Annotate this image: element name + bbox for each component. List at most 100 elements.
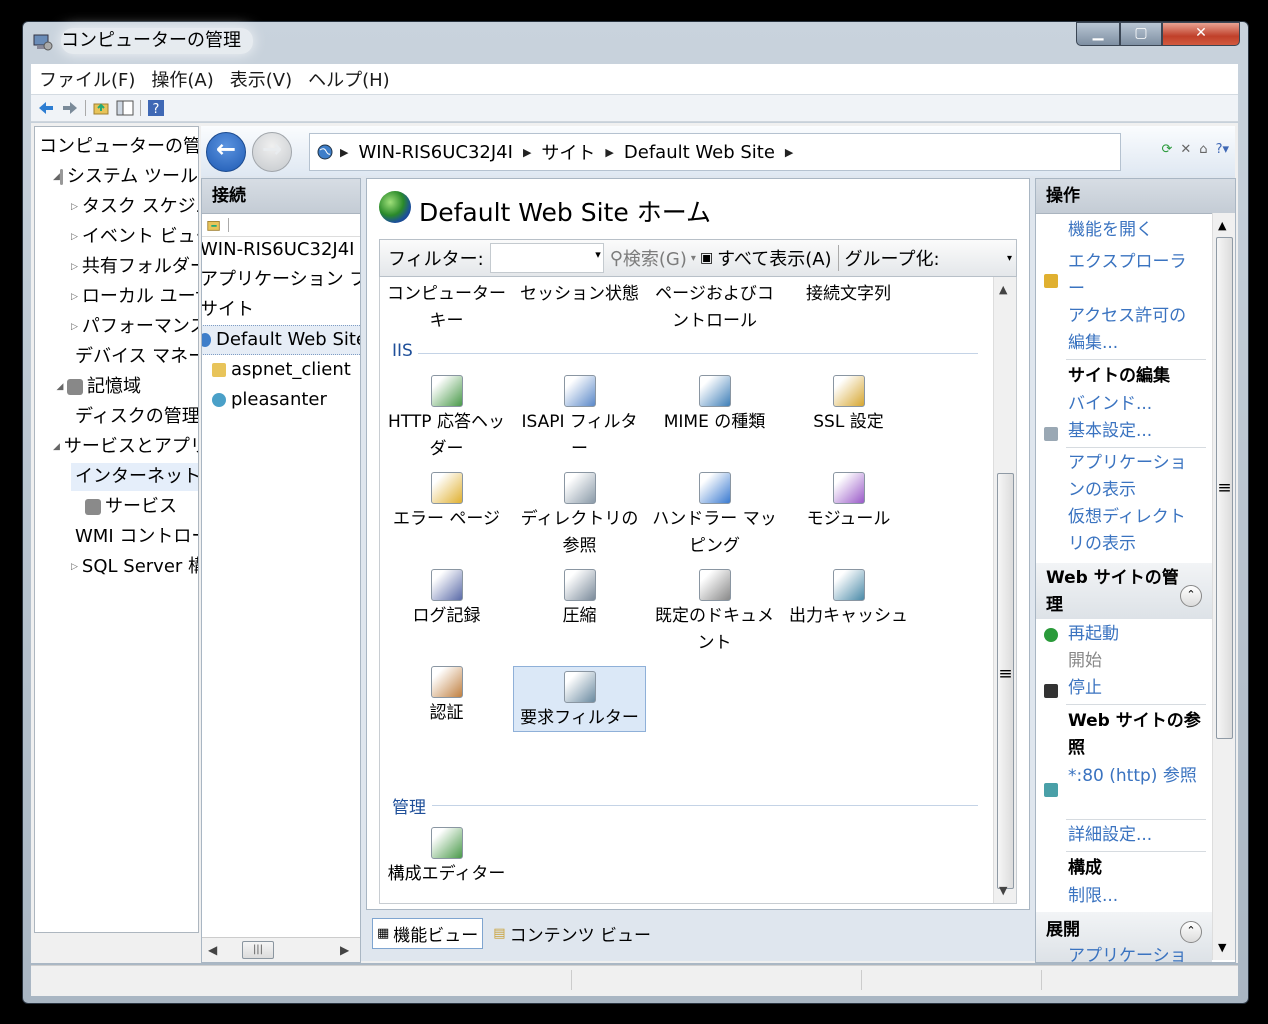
help-icon[interactable]: ? xyxy=(147,99,165,117)
tree-item[interactable]: ▷ 共有フォルダー xyxy=(71,253,198,281)
forward-button[interactable]: → xyxy=(252,132,292,172)
maximize-button[interactable]: ▢ xyxy=(1120,22,1162,46)
menu-help[interactable]: ヘルプ(H) xyxy=(300,66,398,92)
connection-item[interactable]: アプリケーション プール xyxy=(202,265,360,295)
tree-expander-icon[interactable]: ▷ xyxy=(71,283,78,311)
tree-item[interactable]: ディスクの管理 xyxy=(71,403,198,431)
show-all-button[interactable]: すべて表示(A) xyxy=(717,245,831,271)
feature-item[interactable]: 接続文字列 xyxy=(782,281,915,308)
menu-view[interactable]: 表示(V) xyxy=(222,66,300,92)
show-hide-tree-icon[interactable] xyxy=(116,99,134,117)
tree-item[interactable]: インターネット インフォメーション サービス (IIS) マネージャー xyxy=(71,463,198,491)
connection-item[interactable]: WIN-RIS6UC32J4I (WIN-RIS6UC32J4I\Adminis… xyxy=(202,235,360,265)
connection-item[interactable]: aspnet_client xyxy=(212,355,351,385)
help-icon[interactable]: ?▾ xyxy=(1216,142,1229,157)
breadcrumb-sites[interactable]: サイト xyxy=(537,139,599,165)
action-bindings[interactable]: バインド... xyxy=(1068,391,1200,418)
tree-expander-icon[interactable]: ▷ xyxy=(71,253,78,281)
tree-item[interactable]: ▷ローカル ユーザーとグループ xyxy=(71,283,198,311)
menu-action[interactable]: 操作(A) xyxy=(143,66,221,92)
minimize-button[interactable]: ▁ xyxy=(1076,22,1120,46)
connection-item[interactable]: Default Web Site xyxy=(202,325,360,355)
tree-item[interactable]: サービス xyxy=(71,493,198,521)
action-open-feature[interactable]: 機能を開く xyxy=(1068,217,1200,244)
tree-expander-icon[interactable]: ▷ xyxy=(71,313,78,341)
up-folder-icon[interactable] xyxy=(92,99,110,117)
feature-item[interactable]: ディレクトリの参照 xyxy=(513,472,646,560)
filter-input[interactable] xyxy=(489,243,604,273)
feature-item[interactable]: 出力キャッシュ xyxy=(782,569,915,630)
tree-item[interactable]: ▷イベント ビューアー xyxy=(71,223,198,251)
actions-vertical-scrollbar[interactable]: ▲ ≡ ▼ xyxy=(1212,213,1235,960)
connection-item[interactable]: サイト xyxy=(202,295,254,325)
tree-expander-icon[interactable]: ◢ xyxy=(53,433,60,461)
feature-item[interactable]: ページおよびコントロール xyxy=(648,281,781,335)
action-limits[interactable]: 制限... xyxy=(1068,883,1200,910)
tree-expander-icon[interactable]: ◢ xyxy=(53,163,60,191)
group-by-label[interactable]: グループ化: xyxy=(845,245,940,271)
tree-expander-icon[interactable]: ▷ xyxy=(71,553,78,581)
action-view-apps[interactable]: アプリケーションの表示 xyxy=(1068,450,1200,504)
stop-icon[interactable]: ✕ xyxy=(1180,142,1191,157)
search-button[interactable]: 検索(G) xyxy=(623,245,687,271)
tree-item[interactable]: ◢ 記憶域 xyxy=(53,373,198,401)
feature-item[interactable]: ハンドラー マッピング xyxy=(648,472,781,560)
close-button[interactable]: ✕ xyxy=(1162,22,1240,46)
feature-item[interactable]: コンピューター キー xyxy=(380,281,513,335)
tree-item[interactable]: ▷ パフォーマンス xyxy=(71,313,198,341)
action-stop[interactable]: 停止 xyxy=(1068,675,1200,702)
tree-item[interactable]: ▷タスク スケジューラ xyxy=(71,193,198,221)
breadcrumb-separator-icon[interactable]: ▶ xyxy=(779,146,799,159)
forward-arrow-icon[interactable] xyxy=(61,99,79,117)
collapse-deploy-icon[interactable]: ⌃ xyxy=(1180,921,1202,943)
menu-file[interactable]: ファイル(F) xyxy=(31,66,143,92)
action-browse-link[interactable]: *:80 (http) 参照 xyxy=(1068,763,1200,790)
tree-item[interactable]: WMI コントロール xyxy=(71,523,198,551)
action-restart[interactable]: 再起動 xyxy=(1068,621,1200,648)
feature-item[interactable]: エラー ページ xyxy=(380,472,513,533)
feature-item[interactable]: HTTP 応答ヘッダー xyxy=(380,375,513,463)
tree-expander-icon[interactable]: ▷ xyxy=(71,223,78,251)
features-vertical-scrollbar[interactable]: ▲ ≡ ▼ xyxy=(993,277,1016,903)
feature-item[interactable]: 構成エディター xyxy=(380,827,513,888)
address-bar[interactable]: ▶ WIN-RIS6UC32J4I ▶ サイト ▶ Default Web Si… xyxy=(309,133,1121,171)
feature-item[interactable]: 圧縮 xyxy=(513,569,646,630)
scroll-down-arrow-icon[interactable]: ▼ xyxy=(999,884,1007,897)
back-button[interactable]: ← xyxy=(206,132,246,172)
feature-item[interactable]: SSL 設定 xyxy=(782,375,915,436)
scroll-down-arrow-icon[interactable]: ▼ xyxy=(1218,941,1226,954)
feature-item[interactable]: ISAPI フィルター xyxy=(513,375,646,463)
scroll-left-arrow-icon[interactable]: ◀ xyxy=(208,943,217,957)
scroll-up-arrow-icon[interactable]: ▲ xyxy=(999,283,1007,296)
tree-item[interactable]: コンピューターの管理 (ローカル) xyxy=(35,133,198,161)
action-start[interactable]: 開始 xyxy=(1068,648,1200,675)
tree-item[interactable]: デバイス マネージャー xyxy=(71,343,198,371)
action-edit-perms[interactable]: アクセス許可の編集... xyxy=(1068,303,1200,357)
action-advanced[interactable]: 詳細設定... xyxy=(1068,822,1200,849)
back-arrow-icon[interactable] xyxy=(37,99,55,117)
feature-item[interactable]: MIME の種類 xyxy=(648,375,781,436)
breadcrumb-site[interactable]: Default Web Site xyxy=(620,142,779,163)
scroll-thumb[interactable]: ≡ xyxy=(997,473,1014,889)
feature-item[interactable]: セッション状態 xyxy=(513,281,646,308)
scroll-up-arrow-icon[interactable]: ▲ xyxy=(1218,219,1226,232)
action-deploy-app[interactable]: アプリケーション xyxy=(1068,943,1200,962)
refresh-icon[interactable]: ⟳ xyxy=(1161,142,1172,157)
connections-horizontal-scrollbar[interactable]: ◀ ||| ▶ xyxy=(202,937,360,962)
connect-icon[interactable] xyxy=(206,217,222,233)
action-view-vdirs[interactable]: 仮想ディレクトリの表示 xyxy=(1068,504,1200,558)
feature-item[interactable]: 認証 xyxy=(380,666,513,727)
tree-expander-icon[interactable]: ▷ xyxy=(71,193,78,221)
tree-item[interactable]: ▷SQL Server 構成マネージャー xyxy=(71,553,198,581)
more-arrow-icon[interactable]: ▾ xyxy=(1007,253,1012,264)
feature-item[interactable]: 要求フィルター xyxy=(513,666,646,732)
home-icon[interactable]: ⌂ xyxy=(1199,142,1207,157)
collapse-manage-site-icon[interactable]: ⌃ xyxy=(1180,585,1202,607)
tree-item[interactable]: ◢サービスとアプリケーション xyxy=(53,433,198,461)
action-basic-settings[interactable]: 基本設定... xyxy=(1068,418,1200,445)
scroll-thumb[interactable]: ≡ xyxy=(1216,237,1233,739)
breadcrumb-server[interactable]: WIN-RIS6UC32J4I xyxy=(354,142,516,163)
feature-item[interactable]: ログ記録 xyxy=(380,569,513,630)
tab-features-view[interactable]: ▦ 機能ビュー xyxy=(372,917,484,949)
tree-item[interactable]: ◢ システム ツール xyxy=(53,163,198,191)
